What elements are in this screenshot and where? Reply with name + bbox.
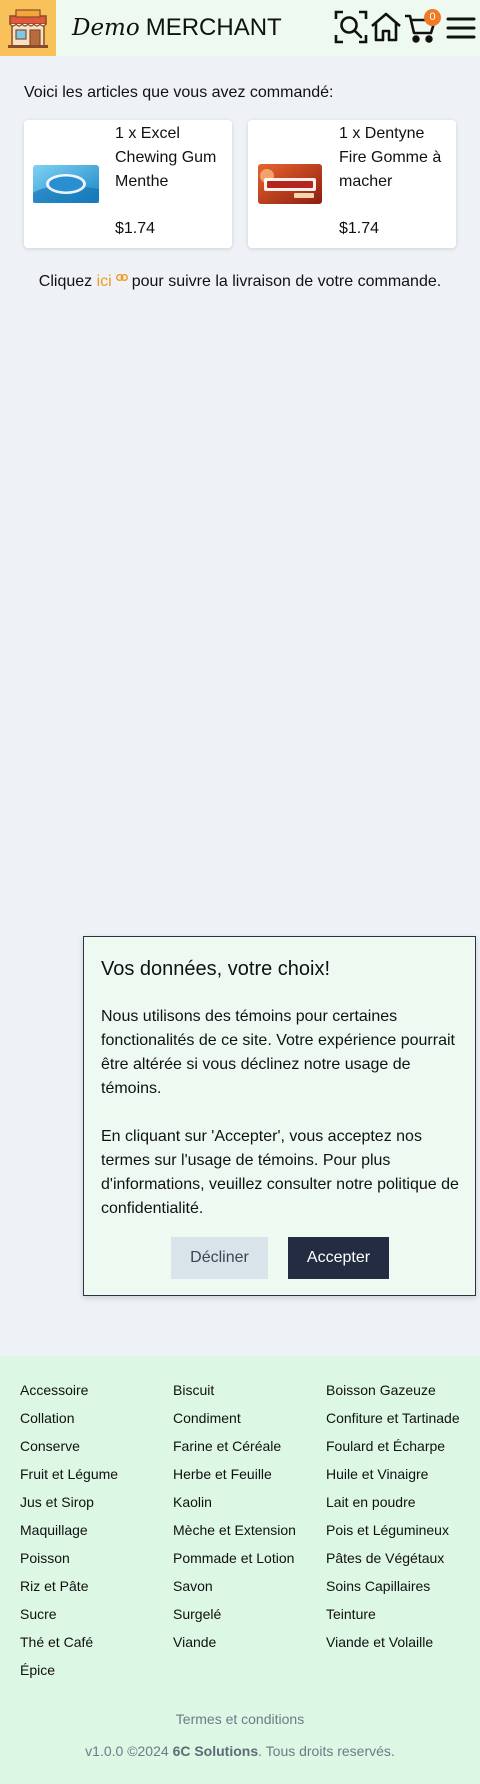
footer-category-link[interactable]: Foulard et Écharpe — [326, 1437, 445, 1455]
order-item-price: $1.74 — [339, 220, 380, 237]
top-header: Demo MERCHANT 0 — [0, 0, 480, 56]
footer-category-link[interactable]: Fruit et Légume — [20, 1465, 118, 1483]
company-name: 6C Solutions — [172, 1743, 259, 1759]
footer-category-link[interactable]: Viande et Volaille — [326, 1633, 433, 1651]
footer-category-link[interactable]: Viande — [173, 1633, 216, 1651]
order-item-price: $1.74 — [115, 220, 156, 237]
brand-name: MERCHANT — [145, 14, 282, 41]
footer-category-link[interactable]: Savon — [173, 1577, 213, 1595]
rights-text: . Tous droits reservés. — [258, 1743, 395, 1759]
footer-category-link[interactable]: Teinture — [326, 1605, 376, 1623]
footer-category-link[interactable]: Pâtes de Végétaux — [326, 1549, 444, 1567]
footer-category-link[interactable]: Mèche et Extension — [173, 1521, 296, 1539]
footer-category-link[interactable]: Farine et Céréale — [173, 1437, 281, 1455]
cart-count-badge: 0 — [424, 9, 441, 26]
storefront-icon[interactable] — [0, 0, 56, 56]
footer-category-link[interactable]: Pommade et Lotion — [173, 1549, 294, 1567]
cookie-consent-dialog: Vos données, votre choix! Nous utilisons… — [83, 936, 476, 1296]
order-item-card[interactable]: 1 x Dentyne Fire Gomme à macher $1.74 — [248, 120, 456, 248]
footer-category-link[interactable]: Kaolin — [173, 1493, 212, 1511]
tracking-message: Cliquez ici pour suivre la livraison de v… — [0, 266, 480, 293]
copyright: v1.0.0 ©2024 6C Solutions. Tous droits r… — [0, 1742, 480, 1760]
footer-category-link[interactable]: Confiture et Tartinade — [326, 1409, 460, 1427]
footer-category-link[interactable]: Soins Capillaires — [326, 1577, 430, 1595]
brand-title[interactable]: Demo MERCHANT — [72, 13, 282, 43]
order-item-name: 1 x Excel Chewing Gum Menthe — [115, 125, 217, 190]
excel-gum-image — [32, 163, 100, 205]
link-chain-icon[interactable] — [115, 266, 128, 288]
footer-category-link[interactable]: Lait en poudre — [326, 1493, 416, 1511]
order-item-card[interactable]: 1 x Excel Chewing Gum Menthe $1.74 — [24, 120, 232, 248]
footer-category-link[interactable]: Boisson Gazeuze — [326, 1381, 436, 1399]
cookie-title: Vos données, votre choix! — [101, 958, 331, 980]
footer-category-link[interactable]: Thé et Café — [20, 1633, 93, 1651]
footer-category-link[interactable]: Riz et Pâte — [20, 1577, 88, 1595]
footer-category-link[interactable]: Herbe et Feuille — [173, 1465, 272, 1483]
cookie-paragraph: En cliquant sur 'Accepter', vous accepte… — [101, 1128, 459, 1217]
footer-category-link[interactable]: Conserve — [20, 1437, 80, 1455]
footer-category-link[interactable]: Collation — [20, 1409, 74, 1427]
footer-category-link[interactable]: Condiment — [173, 1409, 241, 1427]
home-icon[interactable] — [369, 10, 403, 44]
footer-category-link[interactable]: Huile et Vinaigre — [326, 1465, 428, 1483]
cookie-paragraph: Nous utilisons des témoins pour certaine… — [101, 1008, 455, 1097]
footer-category-link[interactable]: Jus et Sirop — [20, 1493, 94, 1511]
decline-button[interactable]: Décliner — [171, 1237, 268, 1279]
footer-category-link[interactable]: Surgelé — [173, 1605, 221, 1623]
search-icon[interactable] — [334, 10, 368, 44]
terms-link[interactable]: Termes et conditions — [0, 1710, 480, 1728]
footer-category-link[interactable]: Poisson — [20, 1549, 70, 1567]
footer-category-link[interactable]: Épice — [20, 1661, 55, 1679]
version-text: v1.0.0 ©2024 — [85, 1743, 169, 1759]
tracking-link[interactable]: ici — [97, 273, 112, 290]
brand-script: Demo — [72, 15, 140, 41]
footer-category-link[interactable]: Accessoire — [20, 1381, 88, 1399]
footer-category-link[interactable]: Maquillage — [20, 1521, 88, 1539]
tracking-text-after: pour suivre la livraison de votre comman… — [131, 273, 442, 290]
tracking-text-before: Cliquez — [38, 273, 93, 290]
footer-category-link[interactable]: Sucre — [20, 1605, 57, 1623]
order-item-name: 1 x Dentyne Fire Gomme à macher — [339, 125, 442, 190]
dentyne-fire-image — [256, 163, 324, 205]
menu-icon[interactable] — [444, 10, 478, 44]
footer-category-link[interactable]: Pois et Légumineux — [326, 1521, 449, 1539]
order-intro: Voici les articles que vous avez command… — [24, 84, 334, 101]
accept-button[interactable]: Accepter — [288, 1237, 389, 1279]
footer-category-link[interactable]: Biscuit — [173, 1381, 214, 1399]
